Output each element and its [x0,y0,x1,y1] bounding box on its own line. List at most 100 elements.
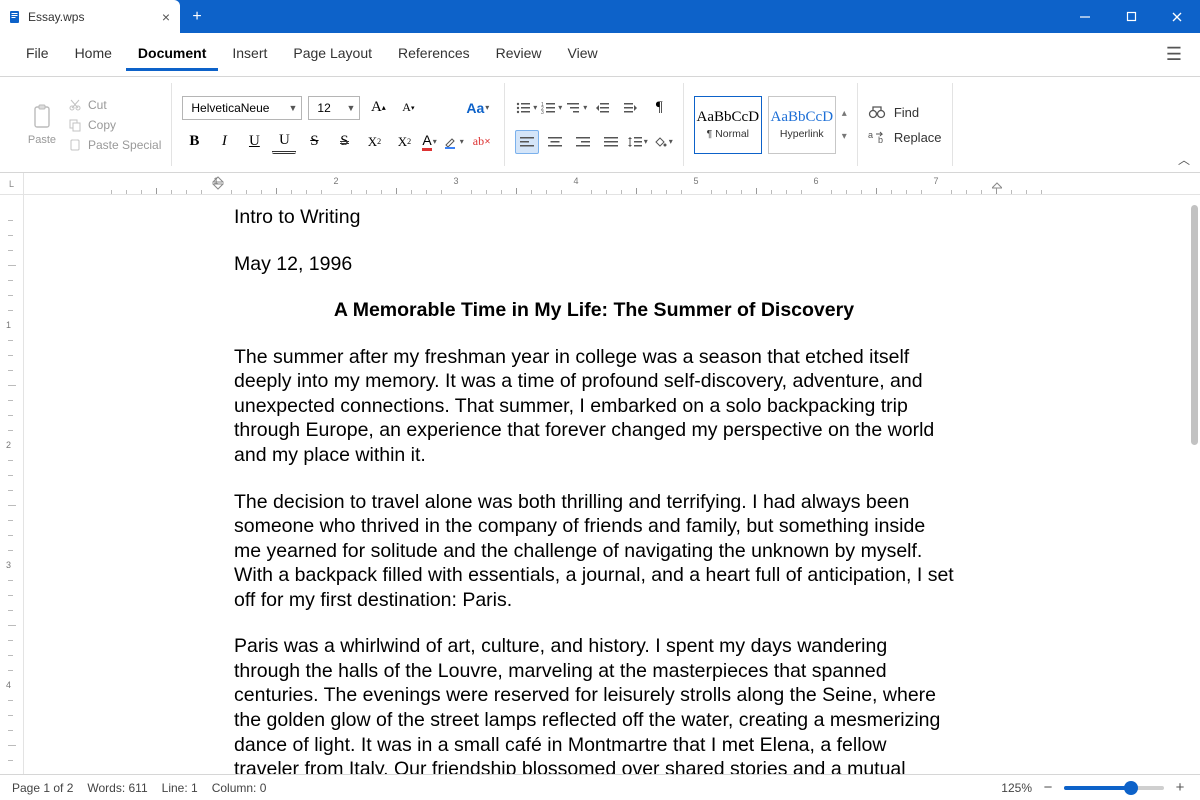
svg-text:3: 3 [541,110,544,115]
style-normal[interactable]: AaBbCcD ¶ Normal [694,96,762,154]
cut-button[interactable]: Cut [68,98,161,112]
pilcrow-button[interactable]: ¶ [647,96,671,120]
tab-close-icon[interactable]: × [162,9,170,25]
styles-up-icon[interactable]: ▴ [842,108,847,119]
status-words[interactable]: Words: 611 [87,781,147,795]
bullet-list-button[interactable]: ▾ [516,96,537,120]
doc-header-date: May 12, 1996 [234,252,954,277]
vertical-scrollbar[interactable] [1191,205,1198,445]
zoom-slider[interactable] [1064,786,1164,790]
increase-indent-button[interactable] [619,96,643,120]
shading-button[interactable]: ▾ [652,130,673,154]
menu-home[interactable]: Home [63,39,124,71]
scissors-icon [68,98,82,112]
italic-button[interactable]: I [212,130,236,154]
menu-document[interactable]: Document [126,39,218,71]
status-column: Column: 0 [212,781,267,795]
styles-down-icon[interactable]: ▾ [842,131,847,142]
styles-scroll: ▴ ▾ [842,108,847,142]
zoom-out-button[interactable]: − [1040,779,1056,796]
menu-file[interactable]: File [14,39,61,71]
vertical-ruler[interactable]: 1234 [0,195,24,774]
svg-text:a: a [868,130,873,140]
statusbar: Page 1 of 2 Words: 611 Line: 1 Column: 0… [0,774,1200,800]
change-case-button[interactable]: Aa▾ [466,100,489,116]
binoculars-icon [868,105,886,119]
paint-bucket-icon [652,135,668,149]
titlebar: Essay.wps × + [0,0,1200,33]
hamburger-icon[interactable]: ☰ [1162,40,1186,69]
status-page[interactable]: Page 1 of 2 [12,781,73,795]
font-size-combo[interactable]: 12▼ [308,96,360,120]
clipboard-group: Paste Cut Copy Paste Special [10,83,172,166]
tab-title: Essay.wps [28,10,84,24]
justify-button[interactable] [599,130,623,154]
double-strikethrough-button[interactable]: S [332,130,356,154]
right-indent-marker-icon[interactable] [992,181,1002,189]
align-right-button[interactable] [571,130,595,154]
window-controls [1062,0,1200,33]
close-window-button[interactable] [1154,0,1200,33]
font-color-button[interactable]: A▾ [422,132,436,151]
replace-icon: ab [868,130,886,144]
page-content[interactable]: Intro to Writing May 12, 1996 A Memorabl… [84,195,1104,774]
menu-review[interactable]: Review [484,39,554,71]
styles-group: AaBbCcD ¶ Normal AaBbCcD Hyperlink ▴ ▾ [684,83,858,166]
line-spacing-button[interactable]: ▾ [627,130,648,154]
menu-page-layout[interactable]: Page Layout [281,39,384,71]
horizontal-ruler[interactable]: L 1234567 [0,173,1200,195]
maximize-button[interactable] [1108,0,1154,33]
shrink-font-button[interactable]: A▾ [396,96,420,120]
style-hyperlink[interactable]: AaBbCcD Hyperlink [768,96,836,154]
page: Intro to Writing May 12, 1996 A Memorabl… [84,195,1104,774]
minimize-button[interactable] [1062,0,1108,33]
copy-icon [68,118,82,132]
font-name-combo[interactable]: HelveticaNeue▼ [182,96,302,120]
menu-references[interactable]: References [386,39,482,71]
clear-formatting-button[interactable]: ab✕ [470,130,494,154]
align-left-button[interactable] [515,130,539,154]
editor-area: 1234 Intro to Writing May 12, 1996 A Mem… [0,195,1200,774]
chevron-down-icon: ▾ [533,103,537,112]
doc-header-course: Intro to Writing [234,205,954,230]
strikethrough-button[interactable]: S [302,130,326,154]
underline-button[interactable]: U [242,130,266,154]
find-button[interactable]: Find [868,105,919,120]
decrease-indent-button[interactable] [591,96,615,120]
doc-paragraph: The summer after my freshman year in col… [234,345,954,468]
chevron-down-icon: ▼ [346,103,355,113]
font-group: HelveticaNeue▼ 12▼ A▴ A▾ Aa▾ B I U U S S… [172,83,504,166]
zoom-value[interactable]: 125% [1001,781,1032,795]
subscript-button[interactable]: X2 [392,130,416,154]
doc-paragraph: The decision to travel alone was both th… [234,490,954,613]
multilevel-list-icon [566,101,582,115]
new-tab-button[interactable]: + [180,0,214,33]
align-center-button[interactable] [543,130,567,154]
find-group: Find ab Replace [858,83,953,166]
multilevel-list-button[interactable]: ▾ [566,96,587,120]
replace-button[interactable]: ab Replace [868,130,942,145]
highlight-button[interactable]: ▾ [443,134,464,150]
paste-special-button[interactable]: Paste Special [68,138,161,152]
menu-view[interactable]: View [556,39,610,71]
menu-insert[interactable]: Insert [220,39,279,71]
grow-font-button[interactable]: A▴ [366,96,390,120]
paragraph-group: ▾ 123▾ ▾ ¶ ▾ ▾ [505,83,684,166]
document-tab[interactable]: Essay.wps × [0,0,180,33]
paste-button[interactable]: Paste [20,83,64,166]
clipboard-icon [31,104,53,130]
collapse-ribbon-icon[interactable]: ︿ [1178,151,1190,168]
copy-button[interactable]: Copy [68,118,161,132]
svg-text:b: b [878,135,883,144]
chevron-down-icon: ▾ [558,103,562,112]
numbered-list-button[interactable]: 123▾ [541,96,562,120]
numbered-list-icon: 123 [541,101,557,115]
zoom-in-button[interactable]: + [1172,779,1188,796]
highlighter-icon [443,134,459,150]
double-underline-button[interactable]: U [272,130,296,154]
zoom-thumb[interactable] [1124,781,1138,795]
superscript-button[interactable]: X2 [362,130,386,154]
clipboard-small-icon [68,138,82,152]
bold-button[interactable]: B [182,130,206,154]
document-viewport[interactable]: Intro to Writing May 12, 1996 A Memorabl… [24,195,1200,774]
